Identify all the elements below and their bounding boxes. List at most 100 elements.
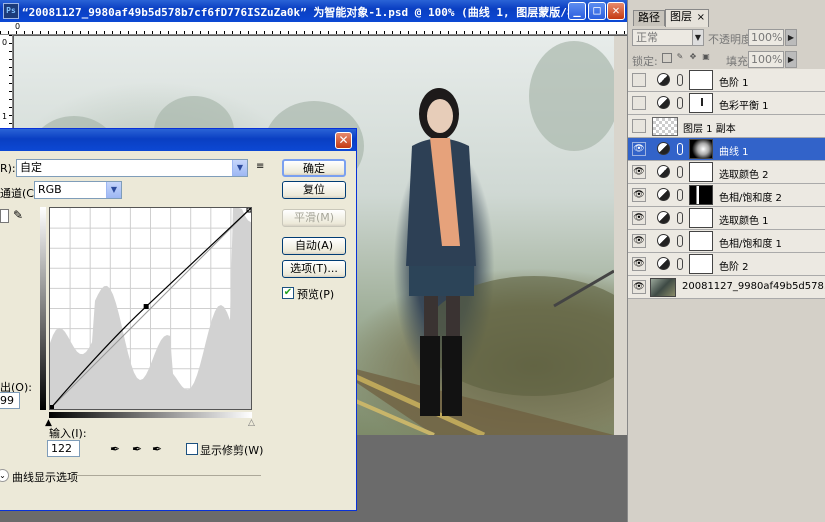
- curve-tool-icon[interactable]: [0, 209, 9, 223]
- layer-thumbnail[interactable]: [650, 278, 676, 297]
- layer-row[interactable]: 👁 色阶 2: [628, 253, 825, 276]
- horizontal-ruler: 0: [0, 22, 627, 35]
- options-button[interactable]: 选项(T)...: [282, 260, 346, 278]
- minimize-button[interactable]: _: [568, 2, 586, 20]
- preview-checkbox[interactable]: ✔: [282, 287, 294, 299]
- layer-row[interactable]: 👁 20081127_9980af49b5d578...: [628, 276, 825, 299]
- chain-link-icon[interactable]: [677, 258, 683, 270]
- chain-link-icon[interactable]: [677, 97, 683, 109]
- layer-row[interactable]: 色阶 1: [628, 69, 825, 92]
- layer-name: 色相/饱和度 2: [719, 193, 782, 204]
- layer-name: 选取颜色 1: [719, 216, 769, 227]
- layer-row-selected[interactable]: 👁 曲线 1: [628, 138, 825, 161]
- curve-endpoint-black[interactable]: [50, 405, 54, 409]
- preview-label: 预览(P): [297, 288, 335, 301]
- preset-label: R):: [0, 162, 16, 175]
- layer-mask-thumbnail[interactable]: [689, 93, 713, 113]
- opacity-field[interactable]: 100%: [748, 29, 784, 46]
- chain-link-icon[interactable]: [677, 212, 683, 224]
- layer-mask-thumbnail[interactable]: [689, 162, 713, 182]
- eye-icon[interactable]: 👁: [632, 211, 646, 225]
- layer-row[interactable]: 色彩平衡 1: [628, 92, 825, 115]
- ruler-label: 1: [2, 112, 8, 121]
- white-point-slider-icon[interactable]: △: [248, 418, 255, 428]
- tab-paths[interactable]: 路径: [633, 10, 665, 26]
- curve-display-options-label: 曲线显示选项: [12, 471, 78, 484]
- chain-link-icon[interactable]: [677, 166, 683, 178]
- chevron-down-icon[interactable]: ▼: [232, 160, 247, 176]
- preset-select[interactable]: 自定 ▼: [16, 159, 248, 177]
- layer-mask-thumbnail[interactable]: [689, 208, 713, 228]
- chain-link-icon[interactable]: [677, 189, 683, 201]
- output-field[interactable]: 99: [0, 392, 20, 409]
- smooth-button[interactable]: 平滑(M): [282, 209, 346, 227]
- show-clipping-checkbox[interactable]: [186, 443, 198, 455]
- curve-control-point[interactable]: [143, 304, 149, 310]
- eye-icon[interactable]: 👁: [632, 188, 646, 202]
- layer-row[interactable]: 👁 选取颜色 2: [628, 161, 825, 184]
- lock-move-icon[interactable]: ✥: [688, 53, 698, 63]
- curve-graph[interactable]: [49, 207, 252, 410]
- layer-row[interactable]: 👁 色相/饱和度 2: [628, 184, 825, 207]
- document-title-bar[interactable]: Ps “20081127_9980af49b5d578b7cf6fD776ISZ…: [0, 0, 627, 22]
- reset-button[interactable]: 复位: [282, 181, 346, 199]
- layer-thumbnail[interactable]: [652, 117, 678, 136]
- layer-row[interactable]: 👁 选取颜色 1: [628, 207, 825, 230]
- visibility-toggle[interactable]: [632, 96, 646, 110]
- input-field[interactable]: 122: [47, 440, 80, 457]
- dialog-title-bar[interactable]: ✕: [0, 129, 356, 151]
- adjustment-layer-icon: [657, 188, 670, 201]
- gray-eyedropper-icon[interactable]: ✒: [130, 442, 144, 456]
- adjustment-layer-icon: [657, 234, 670, 247]
- layer-mask-thumbnail[interactable]: [689, 254, 713, 274]
- layer-row[interactable]: 图层 1 副本: [628, 115, 825, 138]
- output-gradient: [40, 207, 46, 410]
- close-icon[interactable]: ×: [697, 11, 705, 25]
- fill-slider-arrow-icon[interactable]: ▶: [785, 51, 797, 68]
- eye-icon[interactable]: 👁: [632, 280, 646, 294]
- close-button[interactable]: ✕: [607, 2, 625, 20]
- maximize-button[interactable]: □: [588, 2, 606, 20]
- eye-icon[interactable]: 👁: [632, 234, 646, 248]
- chain-link-icon[interactable]: [677, 235, 683, 247]
- eye-icon[interactable]: 👁: [632, 165, 646, 179]
- ruler-label: 0: [15, 22, 21, 31]
- layer-name: 20081127_9980af49b5d578...: [682, 281, 825, 292]
- divider: [76, 475, 261, 476]
- lock-transparency-icon[interactable]: [662, 53, 672, 63]
- curves-dialog: ✕ R): 自定 ▼ ≡ 通道(C): RGB ▼ ✎ 确定 复位 平滑(M) …: [0, 128, 357, 511]
- auto-button[interactable]: 自动(A): [282, 237, 346, 255]
- lock-label: 锁定:: [632, 55, 658, 68]
- black-eyedropper-icon[interactable]: ✒: [108, 442, 122, 456]
- eye-icon[interactable]: 👁: [632, 142, 646, 156]
- layer-mask-thumbnail[interactable]: [689, 231, 713, 251]
- tab-layers[interactable]: 图层 ×: [665, 9, 709, 27]
- layer-mask-thumbnail[interactable]: [689, 70, 713, 90]
- lock-brush-icon[interactable]: ✎: [675, 53, 685, 63]
- chevron-down-icon[interactable]: ▼: [106, 182, 121, 198]
- white-eyedropper-icon[interactable]: ✒: [150, 442, 164, 456]
- visibility-toggle[interactable]: [632, 73, 646, 87]
- expand-options-icon[interactable]: ⌄: [0, 469, 9, 482]
- fill-field[interactable]: 100%: [748, 51, 784, 68]
- adjustment-layer-icon: [657, 142, 670, 155]
- opacity-slider-arrow-icon[interactable]: ▶: [785, 29, 797, 46]
- chain-link-icon[interactable]: [677, 143, 683, 155]
- channel-select[interactable]: RGB ▼: [34, 181, 122, 199]
- pencil-icon[interactable]: ✎: [13, 208, 23, 222]
- photoshop-icon: Ps: [3, 3, 19, 19]
- lock-all-icon[interactable]: ▣: [701, 53, 711, 63]
- close-icon[interactable]: ✕: [335, 132, 352, 149]
- preset-options-icon[interactable]: ≡: [256, 161, 264, 172]
- chain-link-icon[interactable]: [677, 74, 683, 86]
- visibility-toggle[interactable]: [632, 119, 646, 133]
- layer-row[interactable]: 👁 色相/饱和度 1: [628, 230, 825, 253]
- layer-mask-thumbnail[interactable]: [689, 139, 713, 159]
- adjustment-layer-icon: [657, 96, 670, 109]
- layer-name: 色阶 1: [719, 78, 749, 89]
- eye-icon[interactable]: 👁: [632, 257, 646, 271]
- chevron-down-icon[interactable]: ▼: [692, 29, 704, 46]
- vertical-scrollbar[interactable]: [614, 36, 627, 435]
- layer-mask-thumbnail[interactable]: [689, 185, 713, 205]
- ok-button[interactable]: 确定: [282, 159, 346, 177]
